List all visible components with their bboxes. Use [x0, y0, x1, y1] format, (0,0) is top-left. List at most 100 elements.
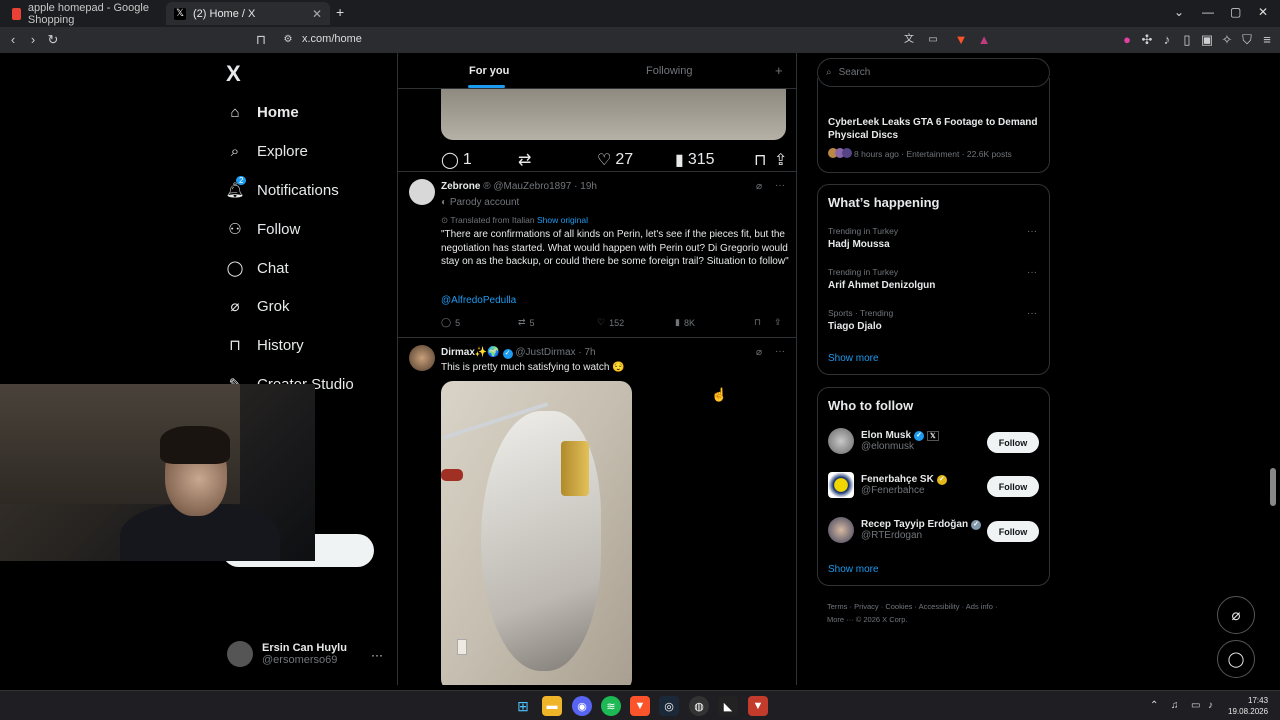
post-media-video[interactable] [441, 381, 632, 685]
file-explorer-icon[interactable]: ▬ [542, 696, 562, 716]
x-logo-icon[interactable]: X [226, 61, 241, 87]
repost-button[interactable]: ⇄ 5 [518, 317, 535, 328]
nav-item-chat[interactable]: ◯ Chat [226, 259, 289, 278]
address-bar[interactable]: x.com/home [302, 33, 362, 45]
tab-google-shopping[interactable]: apple homepad - Google Shopping [4, 2, 162, 26]
trend-more-icon[interactable]: ··· [1027, 308, 1037, 319]
reload-icon[interactable]: ↻ [44, 31, 62, 49]
nav-item-follow[interactable]: ⚇ Follow [226, 220, 300, 239]
avatar[interactable] [409, 179, 435, 205]
scrollbar-thumb[interactable] [1270, 468, 1276, 506]
share-icon[interactable]: ⇪ [774, 317, 782, 328]
trend-name[interactable]: Tiago Djalo [828, 321, 882, 332]
brave-browser-icon[interactable]: ▼ [630, 696, 650, 716]
obs-icon[interactable]: ◍ [689, 696, 709, 716]
news-headline[interactable]: CyberLeek Leaks GTA 6 Footage to Demand … [828, 116, 1043, 142]
tray-overflow-icon[interactable]: ⌃ [1150, 700, 1158, 711]
sidebar-toggle-icon[interactable]: ▯ [1178, 31, 1196, 49]
views-button[interactable]: ▮ 315 [675, 150, 715, 170]
close-window-icon[interactable]: ✕ [1258, 5, 1268, 19]
steam-icon[interactable]: ◎ [659, 696, 679, 716]
show-original-link[interactable]: Show original [537, 215, 588, 225]
trend-more-icon[interactable]: ··· [1027, 267, 1037, 278]
repost-button[interactable]: ⇄ [518, 150, 535, 170]
brave-shields-icon[interactable]: ▼ [952, 31, 970, 49]
bookmark-post-icon[interactable]: ⊓ [754, 150, 766, 170]
nav-item-history[interactable]: ⊓ History [226, 336, 304, 355]
site-info-icon[interactable]: ⚙ [279, 31, 297, 49]
page-scrollbar[interactable] [1268, 53, 1278, 685]
trend-name[interactable]: Hadj Moussa [828, 239, 890, 250]
show-more-link[interactable]: Show more [828, 564, 879, 575]
post-more-icon[interactable]: ··· [775, 180, 785, 191]
tab-for-you[interactable]: For you [469, 65, 509, 77]
system-clock[interactable]: 17:43 19.08.2026 [1228, 695, 1268, 717]
cast-icon[interactable]: ▭ [924, 31, 942, 49]
footer-links[interactable]: Terms · Privacy · Cookies · Accessibilit… [827, 602, 997, 611]
microphone-icon[interactable]: ♫ [1171, 700, 1179, 711]
grok-fab-icon[interactable]: ⌀ [1217, 596, 1255, 634]
leo-ai-icon[interactable]: ✧ [1218, 31, 1236, 49]
suggestion-handle: @RTErdogan [861, 530, 923, 541]
new-tab-button[interactable]: + [336, 4, 344, 20]
footer-copyright[interactable]: More ··· © 2026 X Corp. [827, 615, 908, 624]
views-button[interactable]: ▮ 8K [675, 317, 695, 328]
show-more-link[interactable]: Show more [828, 353, 879, 364]
close-tab-icon[interactable]: ✕ [312, 7, 322, 21]
puzzle-extensions-icon[interactable]: ✣ [1138, 31, 1156, 49]
account-switcher[interactable]: Ersin Can Huylu @ersomerso69 [227, 641, 347, 667]
forward-arrow-icon[interactable]: › [24, 31, 42, 49]
follow-suggestion[interactable]: Recep Tayyip Erdoğan ✓ @RTErdogan [828, 517, 982, 543]
post-author-name[interactable]: Zebrone [441, 181, 480, 192]
bookmark-post-icon[interactable]: ⊓ [754, 317, 761, 328]
discord-icon[interactable]: ◉ [572, 696, 592, 716]
translate-icon[interactable]: 文 [900, 31, 918, 49]
minimize-window-icon[interactable]: — [1202, 5, 1214, 19]
windows-start-icon[interactable]: ⊞ [513, 696, 533, 716]
extension-icon[interactable]: ● [1118, 31, 1136, 49]
avatar[interactable] [409, 345, 435, 371]
terminal-app-icon[interactable]: ◣ [718, 696, 738, 716]
nav-item-grok[interactable]: ⌀ Grok [226, 297, 289, 316]
nav-item-notifications[interactable]: 🔔︎ 2 Notifications [225, 176, 339, 199]
grok-explain-icon[interactable]: ⌀ [756, 181, 762, 192]
share-icon[interactable]: ⇪ [774, 150, 787, 170]
reply-button[interactable]: ◯ 5 [441, 317, 460, 328]
network-icon[interactable]: ▭ [1191, 700, 1200, 711]
maximize-window-icon[interactable]: ▢ [1230, 5, 1241, 19]
post-more-icon[interactable]: ··· [775, 346, 785, 357]
mention-link[interactable]: @AlfredoPedulla [441, 295, 516, 306]
spotify-icon[interactable]: ≋ [601, 696, 621, 716]
grok-explain-icon[interactable]: ⌀ [756, 347, 762, 358]
profile-more-icon[interactable]: ··· [371, 648, 383, 662]
follow-button[interactable]: Follow [987, 476, 1039, 497]
back-arrow-icon[interactable]: ‹ [4, 31, 22, 49]
chat-fab-icon[interactable]: ◯ [1217, 640, 1255, 678]
tab-following[interactable]: Following [646, 65, 692, 77]
music-note-icon[interactable]: ♪ [1158, 31, 1176, 49]
volume-icon[interactable]: ♪ [1208, 700, 1213, 711]
wallet-icon[interactable]: ▣ [1198, 31, 1216, 49]
like-button[interactable]: ♡ 152 [597, 317, 624, 328]
follow-button[interactable]: Follow [987, 432, 1039, 453]
follow-suggestion[interactable]: Fenerbahçe SK ✓ @Fenerbahce [828, 472, 947, 498]
vpn-shield-icon[interactable]: ⛉ [1238, 31, 1256, 49]
nav-item-home[interactable]: ⌂ Home [226, 103, 298, 121]
brave-secondary-icon[interactable]: ▼ [748, 696, 768, 716]
tab-x-home[interactable]: 𝕏 (2) Home / X ✕ [166, 2, 330, 25]
post-media-image[interactable] [441, 89, 786, 140]
reply-button[interactable]: ◯ 1 [441, 150, 472, 170]
like-button[interactable]: ♡ 27 [597, 150, 633, 170]
add-timeline-icon[interactable]: + [775, 63, 783, 78]
trend-more-icon[interactable]: ··· [1027, 226, 1037, 237]
trend-name[interactable]: Arif Ahmet Denizolgun [828, 280, 935, 291]
tab-search-chevron-icon[interactable]: ⌄ [1174, 5, 1184, 19]
bookmark-page-icon[interactable]: ⊓ [252, 31, 270, 49]
follow-suggestion[interactable]: Elon Musk ✓ 𝕏 @elonmusk [828, 428, 939, 454]
post-author-name[interactable]: Dirmax✨🌍 [441, 347, 500, 358]
brave-rewards-icon[interactable]: ▲ [975, 31, 993, 49]
post-text: This is pretty much satisfying to watch … [441, 362, 625, 373]
menu-icon[interactable]: ≡ [1258, 31, 1276, 49]
follow-button[interactable]: Follow [987, 521, 1039, 542]
nav-item-explore[interactable]: ⌕ Explore [226, 142, 308, 160]
